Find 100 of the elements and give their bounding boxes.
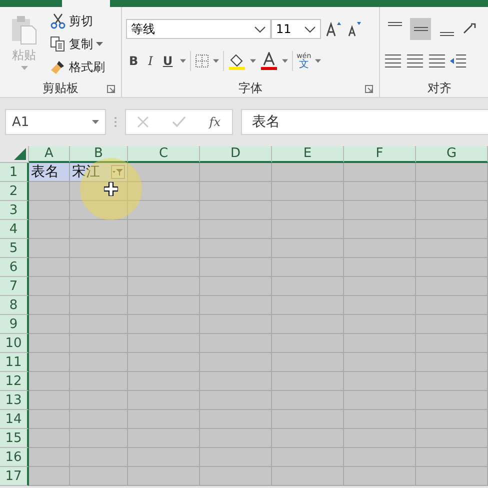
row-header[interactable]: 1	[0, 163, 29, 182]
table-cell	[200, 315, 272, 334]
select-all-icon[interactable]	[14, 148, 26, 160]
copy-icon[interactable]	[50, 36, 66, 52]
caret-icon[interactable]	[92, 120, 99, 124]
row-header[interactable]: 12	[0, 372, 29, 391]
border-icon[interactable]	[194, 54, 209, 68]
name-box[interactable]: A1	[5, 109, 106, 135]
clipboard-icon[interactable]	[11, 15, 37, 45]
table-cell	[70, 391, 128, 410]
table-cell	[128, 334, 200, 353]
shrink-font-icon[interactable]	[347, 21, 363, 37]
table-cell	[29, 391, 70, 410]
column-header[interactable]: F	[344, 146, 416, 163]
table-cell	[128, 372, 200, 391]
align-text-icon[interactable]	[384, 54, 402, 68]
caret-icon[interactable]	[96, 42, 103, 46]
table-cell	[416, 334, 488, 353]
table-cell	[128, 448, 200, 467]
table-cell	[128, 467, 200, 486]
row-header[interactable]: 11	[0, 353, 29, 372]
column-header[interactable]: E	[272, 146, 344, 163]
column-header[interactable]: C	[128, 146, 200, 163]
row-header[interactable]: 15	[0, 429, 29, 448]
table-cell	[70, 277, 128, 296]
row-header[interactable]: 6	[0, 258, 29, 277]
table-cell	[344, 239, 416, 258]
dialog-launcher-icon[interactable]	[365, 85, 373, 93]
cursor-icon	[104, 182, 118, 196]
table-cell	[200, 182, 272, 201]
table-cell	[416, 277, 488, 296]
check-icon[interactable]	[172, 116, 186, 128]
table-cell	[344, 182, 416, 201]
align-button[interactable]	[410, 18, 431, 40]
table-cell	[29, 277, 70, 296]
row-header[interactable]: 5	[0, 239, 29, 258]
brush-icon[interactable]	[50, 59, 66, 75]
row-header[interactable]: 9	[0, 315, 29, 334]
row-header[interactable]: 4	[0, 220, 29, 239]
table-cell	[344, 448, 416, 467]
table-cell	[416, 163, 488, 182]
font-size-field[interactable]: 11	[271, 19, 321, 39]
indent-icon[interactable]	[450, 54, 466, 68]
row-header[interactable]: 14	[0, 410, 29, 429]
caret-icon[interactable]	[180, 59, 186, 63]
caret-icon[interactable]	[250, 59, 256, 63]
grow-font-icon[interactable]	[326, 21, 342, 37]
row-header[interactable]: 7	[0, 277, 29, 296]
column-header[interactable]: G	[416, 146, 488, 163]
table-cell	[70, 315, 128, 334]
row-header[interactable]: 8	[0, 296, 29, 315]
column-header[interactable]: B	[70, 146, 128, 163]
table-cell	[272, 296, 344, 315]
formula-input[interactable]: 表名	[241, 109, 488, 135]
ribbon-button[interactable]: 复制	[69, 36, 93, 52]
font-style-button[interactable]: B	[126, 54, 142, 68]
font-style-button[interactable]: U	[160, 54, 176, 68]
ribbon-button[interactable]: 剪切	[69, 12, 93, 30]
row-header[interactable]: 2	[0, 182, 29, 201]
font-color-icon[interactable]	[260, 52, 278, 70]
lines-icon	[440, 32, 454, 36]
row-header[interactable]: 13	[0, 391, 29, 410]
scissors-icon[interactable]	[50, 13, 66, 29]
align-text-icon[interactable]	[428, 54, 446, 68]
row-header[interactable]: 10	[0, 334, 29, 353]
table-cell	[416, 258, 488, 277]
group-label: 字体	[238, 80, 262, 96]
column-header[interactable]: D	[200, 146, 272, 163]
row-header[interactable]: 16	[0, 448, 29, 467]
table-cell	[272, 334, 344, 353]
table-cell	[200, 296, 272, 315]
table-cell	[200, 220, 272, 239]
table-cell	[272, 372, 344, 391]
table-cell	[272, 448, 344, 467]
table-cell	[128, 239, 200, 258]
table-cell	[416, 410, 488, 429]
chevron-down-icon[interactable]	[304, 26, 316, 32]
font-name-field[interactable]: 等线	[126, 19, 271, 39]
align-text-icon[interactable]	[406, 54, 424, 68]
caret-icon[interactable]	[212, 59, 219, 63]
column-header[interactable]: A	[29, 146, 70, 163]
chevron-down-icon[interactable]	[254, 26, 266, 32]
ribbon-button[interactable]: 格式刷	[69, 58, 105, 76]
group-label: 对齐	[428, 80, 452, 96]
fill-color-icon[interactable]	[228, 52, 246, 70]
caret-icon[interactable]	[282, 59, 288, 63]
table-cell	[272, 353, 344, 372]
table-cell	[70, 258, 128, 277]
caret-icon[interactable]	[315, 59, 322, 63]
table-cell	[200, 163, 272, 182]
row-header[interactable]: 3	[0, 201, 29, 220]
insert-function-button[interactable]: fx	[209, 115, 221, 129]
table-cell	[200, 258, 272, 277]
table-cell	[272, 220, 344, 239]
font-style-button[interactable]: I	[145, 54, 156, 68]
table-cell	[29, 182, 70, 201]
row-header[interactable]: 17	[0, 467, 29, 486]
dialog-launcher-icon[interactable]	[107, 85, 115, 93]
table-cell	[344, 277, 416, 296]
table-cell	[29, 372, 70, 391]
